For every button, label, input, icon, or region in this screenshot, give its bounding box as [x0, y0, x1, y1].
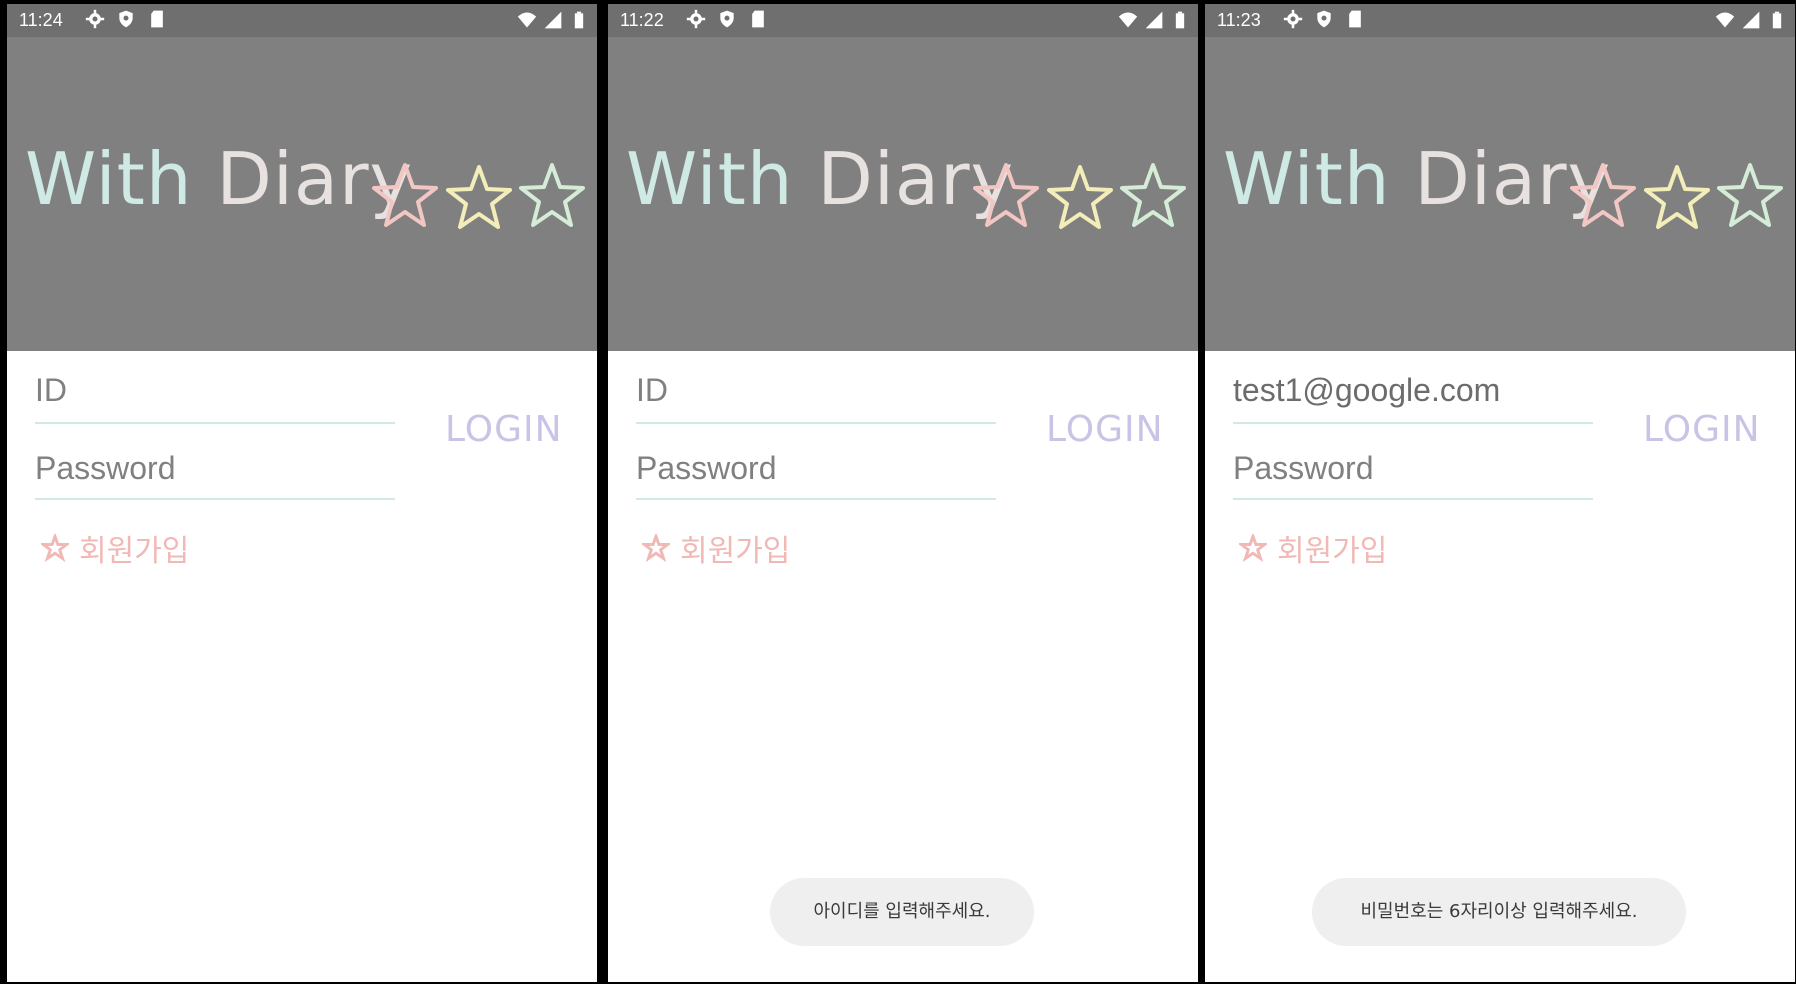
signal-icon — [1742, 11, 1760, 29]
star-icon — [642, 534, 670, 562]
password-input[interactable]: Password — [1233, 450, 1593, 500]
password-input[interactable]: Password — [636, 450, 996, 500]
wifi-icon — [1118, 12, 1138, 28]
signal-icon — [544, 11, 562, 29]
signal-icon — [1145, 11, 1163, 29]
wifi-icon — [517, 12, 537, 28]
app-title: With Diary — [1223, 137, 1611, 221]
phone-screen-3: 11:23 With Diary test1@google.com Passwo… — [1205, 4, 1795, 982]
shield-icon — [720, 10, 734, 28]
settings-icon — [1283, 9, 1303, 29]
signup-label: 회원가입 — [680, 534, 791, 569]
sd-card-icon — [752, 10, 764, 28]
login-button[interactable]: LOGIN — [1643, 409, 1761, 450]
settings-icon — [686, 9, 706, 29]
battery-icon — [1175, 11, 1185, 29]
signup-link[interactable]: 회원가입 — [41, 526, 189, 570]
app-title-with: With — [25, 137, 193, 221]
star-icon — [41, 534, 69, 562]
password-input[interactable]: Password — [35, 450, 395, 500]
status-bar: 11:22 — [608, 4, 1198, 37]
shield-icon — [119, 10, 133, 28]
status-time: 11:23 — [1217, 10, 1261, 30]
app-title: With Diary — [626, 137, 1014, 221]
login-button[interactable]: LOGIN — [1046, 409, 1164, 450]
toast-message: 아이디를 입력해주세요. — [770, 878, 1034, 946]
status-bar: 11:24 — [7, 4, 597, 37]
status-time: 11:22 — [620, 10, 664, 30]
app-title-with: With — [626, 137, 794, 221]
stars-decoration-icon — [372, 163, 585, 229]
settings-icon — [85, 9, 105, 29]
phone-screen-1: 11:24 With Diary ID Password LOGIN 회원가입 — [7, 4, 597, 982]
id-input[interactable]: ID — [636, 372, 996, 424]
app-title-with: With — [1223, 137, 1391, 221]
stars-decoration-icon — [1570, 163, 1783, 229]
id-input[interactable]: ID — [35, 372, 395, 424]
star-icon — [1239, 534, 1267, 562]
app-header-banner: With Diary — [1205, 37, 1795, 351]
shield-icon — [1317, 10, 1331, 28]
status-time: 11:24 — [19, 10, 63, 30]
id-input[interactable]: test1@google.com — [1233, 372, 1593, 424]
signup-link[interactable]: 회원가입 — [1239, 526, 1387, 570]
signup-label: 회원가입 — [1277, 534, 1388, 569]
sd-card-icon — [151, 10, 163, 28]
app-header-banner: With Diary — [7, 37, 597, 351]
sd-card-icon — [1349, 10, 1361, 28]
signup-label: 회원가입 — [79, 534, 190, 569]
wifi-icon — [1715, 12, 1735, 28]
battery-icon — [574, 11, 584, 29]
status-bar: 11:23 — [1205, 4, 1795, 37]
login-button[interactable]: LOGIN — [445, 409, 563, 450]
app-title: With Diary — [25, 137, 413, 221]
phone-screen-2: 11:22 With Diary ID Password LOGIN 회원가입 … — [608, 4, 1198, 982]
signup-link[interactable]: 회원가입 — [642, 526, 790, 570]
battery-icon — [1772, 11, 1782, 29]
stars-decoration-icon — [973, 163, 1186, 229]
app-header-banner: With Diary — [608, 37, 1198, 351]
toast-message: 비밀번호는 6자리이상 입력해주세요. — [1312, 878, 1686, 946]
